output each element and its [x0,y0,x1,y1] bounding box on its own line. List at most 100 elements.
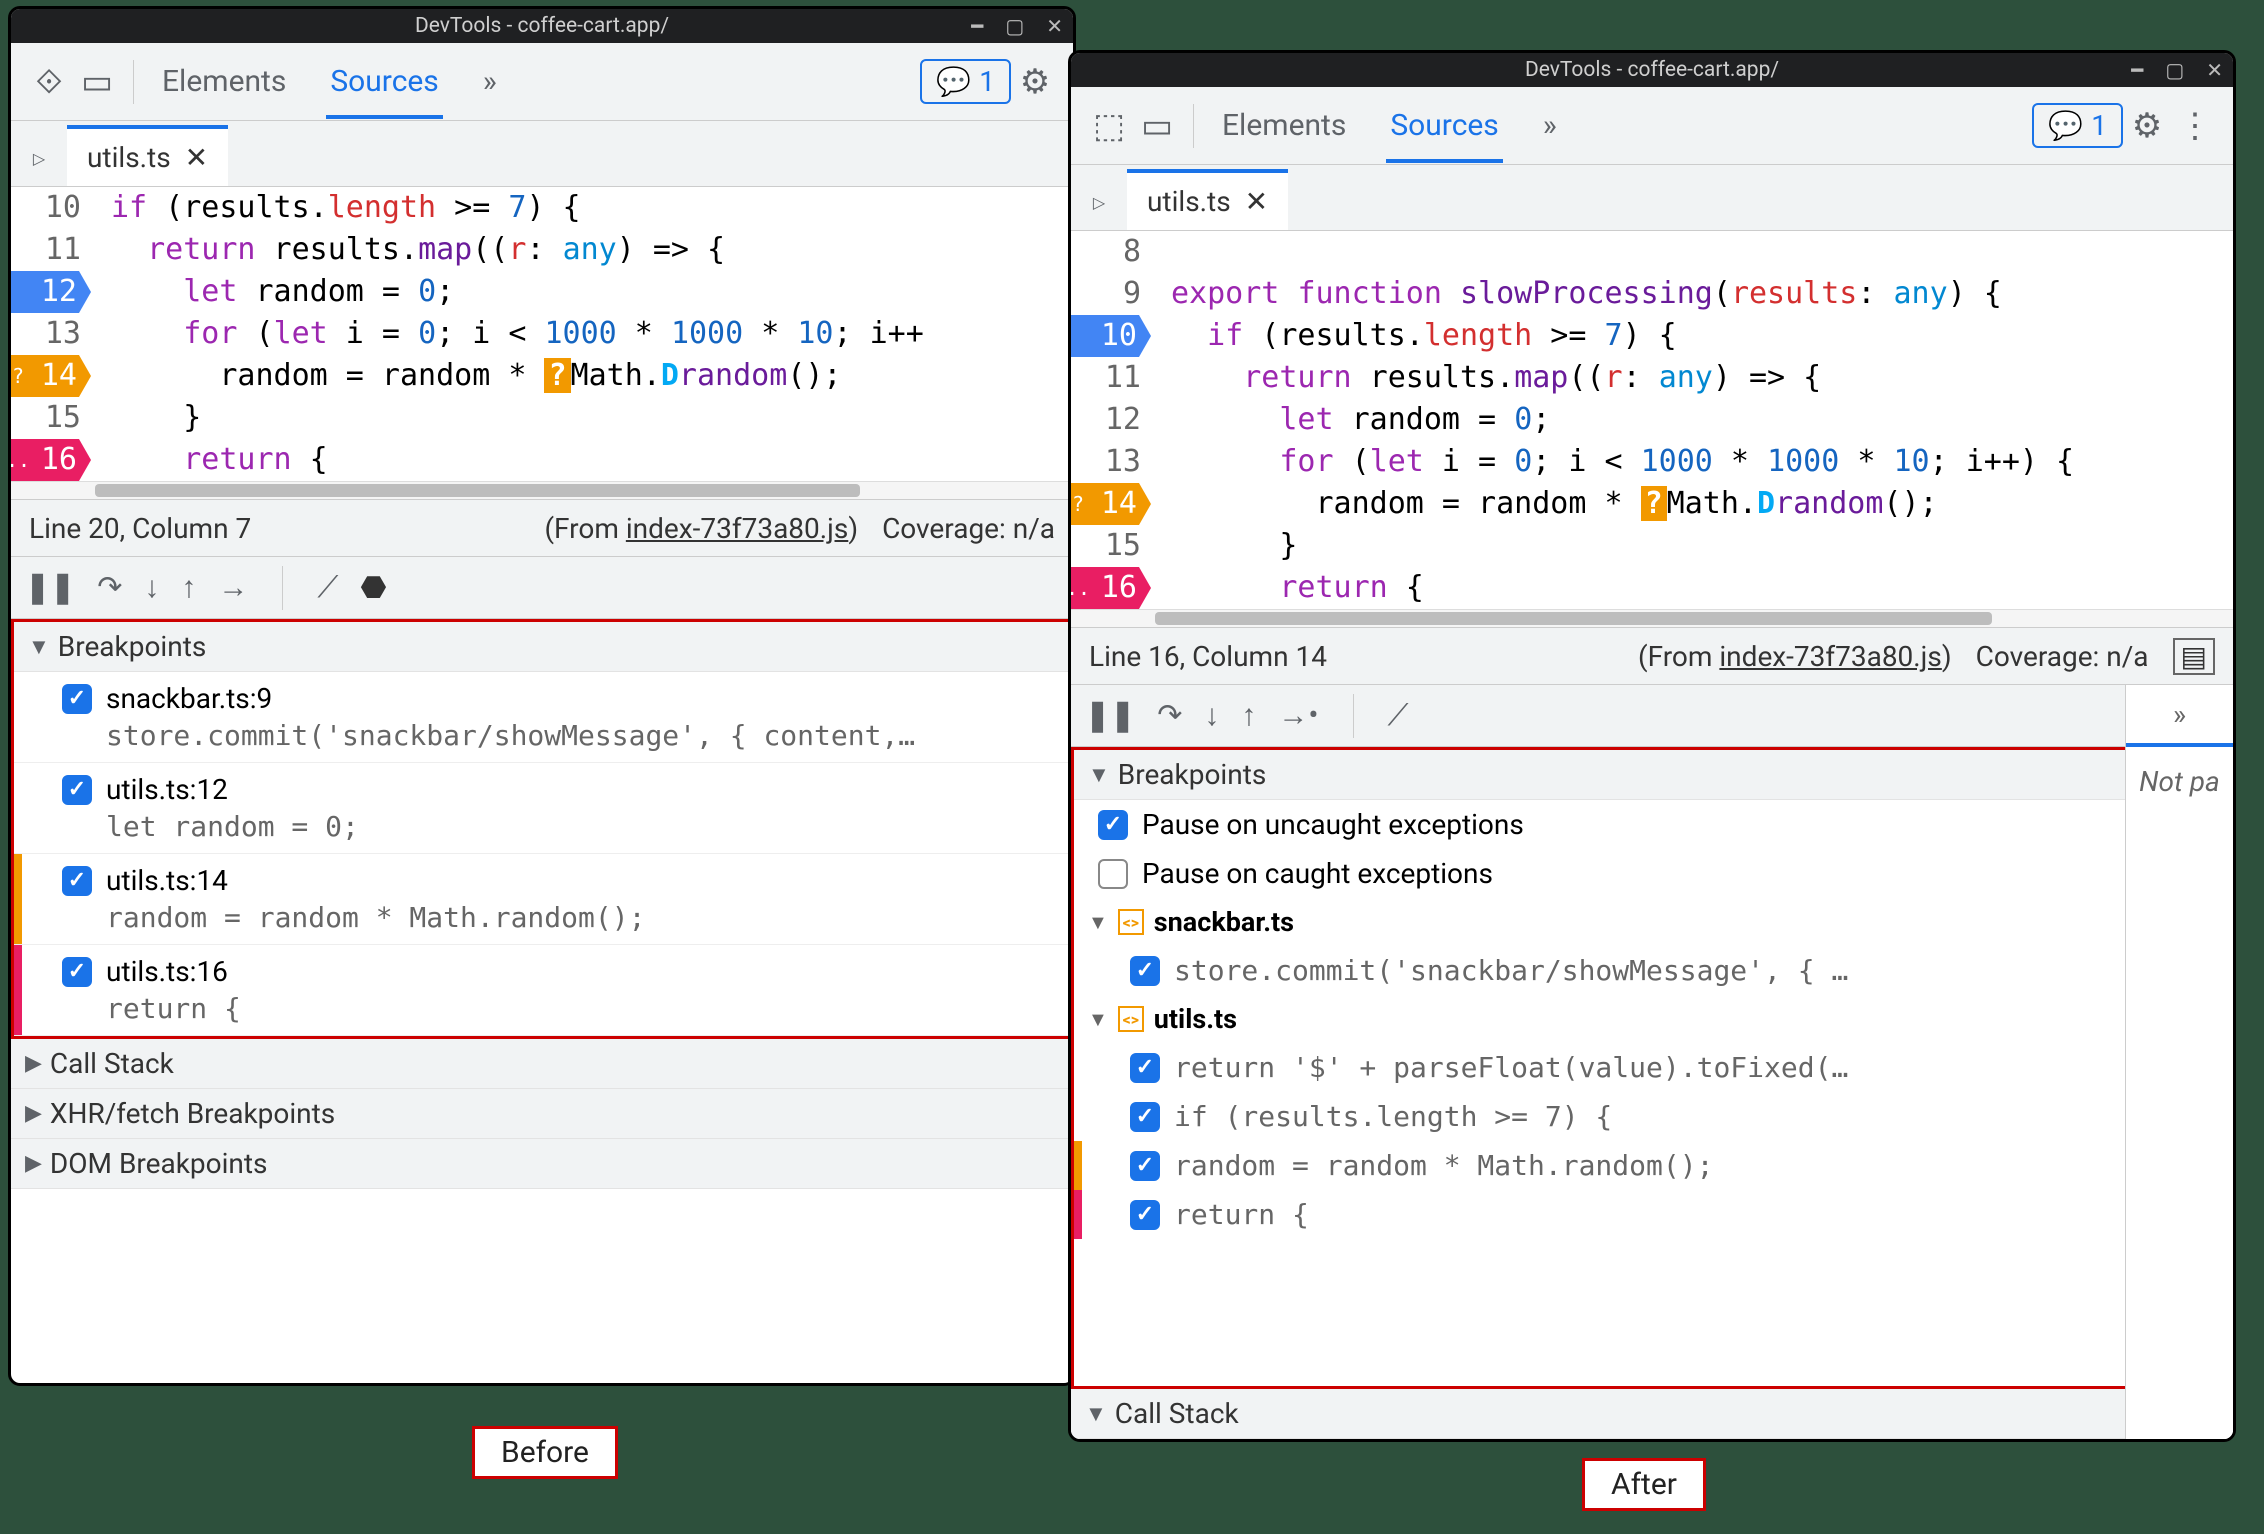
checkbox-icon[interactable] [1130,1200,1160,1230]
tab-more-icon[interactable]: » [479,44,501,119]
breakpoint-snippet: if (results.length >= 7) { [1174,1100,1612,1133]
checkbox-icon[interactable] [1130,1102,1160,1132]
checkbox-icon[interactable] [62,866,92,896]
file-tab-utils[interactable]: utils.ts ✕ [1127,169,1288,230]
breakpoint-item[interactable]: utils.ts:16 return { [14,945,1070,1036]
navigator-toggle-icon[interactable]: ▷ [11,130,67,186]
panel-header[interactable]: ▶Call Stack [11,1039,1073,1089]
expand-icon[interactable]: ▼ [1085,1401,1107,1427]
breakpoint-snippet: return '$' + parseFloat(value).toFixed(… [1174,1051,1848,1084]
tab-sources[interactable]: Sources [326,44,442,119]
pause-icon[interactable]: ❚❚ [1085,698,1135,733]
pause-icon[interactable]: ❚❚ [25,570,75,605]
step-into-icon[interactable]: ↓ [1204,698,1219,733]
code-editor[interactable]: 10if (results.length >= 7) {11 return re… [11,187,1073,481]
breakpoint-item[interactable]: if (results.length >= 7) {10 [1074,1092,2230,1141]
right-sidebar: » Not pa [2125,685,2233,1439]
breakpoint-location: utils.ts:16 [106,955,228,988]
step-over-icon[interactable]: ↷ [97,570,122,605]
sourcemap-link[interactable]: index-73f73a80.js [626,512,848,545]
breakpoints-header[interactable]: ▼ Breakpoints [1074,750,2230,800]
issues-badge[interactable]: 💬 1 [2032,103,2123,148]
maximize-icon[interactable]: ▢ [1005,14,1024,38]
minimize-icon[interactable]: ━ [2131,58,2143,82]
breakpoint-item[interactable]: return {16 [1074,1190,2230,1239]
deactivate-bp-icon[interactable]: ⟋ [1388,698,1409,733]
panel-header[interactable]: ▶DOM Breakpoints [11,1139,1073,1189]
issues-count: 1 [979,65,995,98]
pause-uncaught-label: Pause on uncaught exceptions [1142,808,1524,841]
navigator-toggle-icon[interactable]: ▷ [1071,174,1127,230]
devtools-after: DevTools - coffee-cart.app/ ━ ▢ ✕ ⬚ ▭ El… [1068,50,2236,1442]
window-title: DevTools - coffee-cart.app/ [1525,58,1779,82]
coverage-icon[interactable]: ▤ [2173,638,2215,675]
inspect-icon[interactable]: ⬚ [1085,102,1133,150]
device-icon[interactable]: ▭ [73,58,121,106]
expand-icon[interactable]: ▼ [28,634,50,660]
file-tabs: ▷ utils.ts ✕ [1071,165,2233,231]
issues-badge[interactable]: 💬 1 [920,59,1011,104]
collapse-icon[interactable]: ▶ [25,1101,42,1126]
close-tab-icon[interactable]: ✕ [1245,185,1268,218]
sourcemap-link[interactable]: index-73f73a80.js [1719,640,1941,673]
minimize-icon[interactable]: ━ [971,14,983,38]
breakpoint-group-header[interactable]: ▼<>snackbar.ts [1074,898,2230,946]
breakpoint-item[interactable]: utils.ts:14random = random * Math.random… [14,854,1070,945]
checkbox-icon[interactable] [1130,1151,1160,1181]
maximize-icon[interactable]: ▢ [2165,58,2184,82]
step-icon[interactable]: →• [1278,698,1318,733]
coverage-status: Coverage: n/a [1976,640,2149,673]
checkbox-icon[interactable] [62,957,92,987]
close-icon[interactable]: ✕ [2206,58,2223,82]
step-out-icon[interactable]: ↑ [1241,698,1256,733]
pause-caught-row[interactable]: Pause on caught exceptions [1074,849,2230,898]
tab-sources[interactable]: Sources [1386,88,1502,163]
pause-exceptions-icon[interactable]: ⬣ [360,570,386,605]
breakpoint-snippet: return { [106,992,1050,1025]
code-editor[interactable]: 89export function slowProcessing(results… [1071,231,2233,609]
settings-icon[interactable]: ⚙ [2123,102,2171,150]
breakpoint-item[interactable]: random = random * Math.random();14 [1074,1141,2230,1190]
tab-more-icon[interactable]: » [1539,88,1561,163]
callstack-header[interactable]: ▼ Call Stack [1071,1389,2233,1439]
file-tab-label: utils.ts [87,141,171,174]
breakpoint-group-header[interactable]: ▼<>utils.ts [1074,995,2230,1043]
expand-icon[interactable]: ▼ [1088,1007,1108,1032]
breakpoint-item[interactable]: utils.ts:12let random = 0; [14,763,1070,854]
step-over-icon[interactable]: ↷ [1157,698,1182,733]
step-out-icon[interactable]: ↑ [181,570,196,605]
titlebar: DevTools - coffee-cart.app/ ━ ▢ ✕ [1071,53,2233,87]
close-icon[interactable]: ✕ [1046,14,1063,38]
breakpoint-item[interactable]: store.commit('snackbar/showMessage', { …… [1074,946,2230,995]
breakpoint-item[interactable]: snackbar.ts:9store.commit('snackbar/show… [14,672,1070,763]
checkbox-icon[interactable] [1098,810,1128,840]
close-tab-icon[interactable]: ✕ [185,141,208,174]
horizontal-scrollbar[interactable] [11,481,1073,499]
deactivate-bp-icon[interactable]: ⟋ [317,570,338,605]
inspect-icon[interactable]: ⟐ [25,58,73,106]
kebab-icon[interactable]: ⋮ [2171,102,2219,150]
panel-header[interactable]: ▶XHR/fetch Breakpoints [11,1089,1073,1139]
checkbox-icon[interactable] [62,775,92,805]
breakpoints-header[interactable]: ▼ Breakpoints [14,622,1070,672]
file-tab-utils[interactable]: utils.ts ✕ [67,125,228,186]
expand-icon[interactable]: ▼ [1088,910,1108,935]
checkbox-icon[interactable] [1130,1053,1160,1083]
sidebar-more-icon[interactable]: » [2126,685,2233,747]
checkbox-icon[interactable] [62,684,92,714]
checkbox-icon[interactable] [1098,859,1128,889]
settings-icon[interactable]: ⚙ [1011,58,1059,106]
expand-icon[interactable]: ▼ [1088,762,1110,788]
horizontal-scrollbar[interactable] [1071,609,2233,627]
device-icon[interactable]: ▭ [1133,102,1181,150]
collapse-icon[interactable]: ▶ [25,1051,42,1076]
tab-elements[interactable]: Elements [1218,88,1350,163]
breakpoint-item[interactable]: return '$' + parseFloat(value).toFixed(…… [1074,1043,2230,1092]
status-bar: Line 20, Column 7 (From index-73f73a80.j… [11,499,1073,557]
tab-elements[interactable]: Elements [158,44,290,119]
pause-uncaught-row[interactable]: Pause on uncaught exceptions [1074,800,2230,849]
step-into-icon[interactable]: ↓ [144,570,159,605]
step-icon[interactable]: → [218,570,248,605]
collapse-icon[interactable]: ▶ [25,1151,42,1176]
checkbox-icon[interactable] [1130,956,1160,986]
